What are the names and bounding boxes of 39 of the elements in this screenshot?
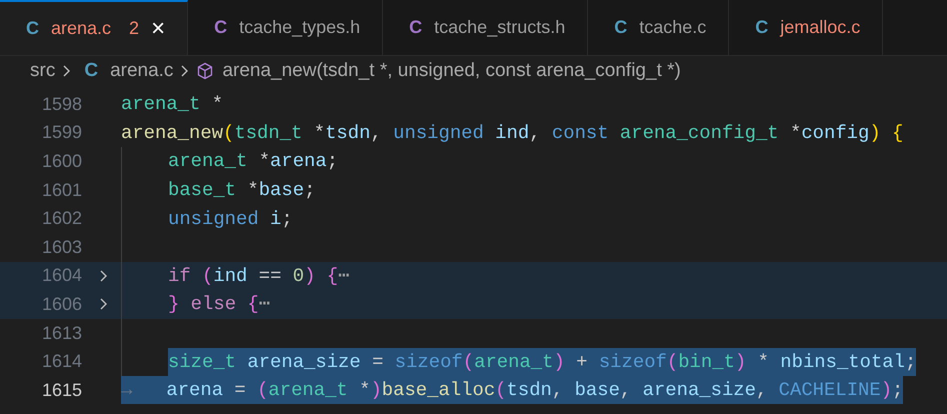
chevron-right-icon	[181, 65, 188, 77]
line-number: 1603	[40, 236, 82, 259]
line-number: 1598	[40, 92, 82, 116]
c-file-icon: C	[84, 56, 98, 86]
c-file-icon: C	[755, 14, 768, 41]
c-file-icon: C	[214, 14, 228, 41]
line-number: 1599	[40, 121, 82, 144]
code-line: if (ind == 0) {⋯	[168, 264, 350, 289]
chevron-right-icon	[100, 298, 107, 310]
line-number: 1602	[40, 207, 82, 230]
editor-tab[interactable]: C arena.c 2 ×	[0, 0, 188, 55]
line-number: 1613	[40, 322, 82, 345]
editor-tab[interactable]: C tcache.c	[588, 0, 730, 55]
c-file-icon: C	[409, 14, 422, 41]
code-line: arena_t *arena;	[168, 149, 338, 174]
close-button[interactable]: ×	[151, 16, 166, 40]
code-line: unsigned i;	[168, 206, 293, 232]
code-line: } else {⋯	[168, 292, 270, 318]
line-number: 1615	[40, 378, 82, 402]
code-line: arena_new(tsdn_t *tsdn, unsigned ind, const arena_config_t *config) {	[121, 120, 904, 146]
editor-tab[interactable]: C tcache_structs.h	[383, 0, 588, 55]
breadcrumb-item[interactable]: arena_new(tsdn_t *, unsigned, const arena_config_t *)	[222, 56, 681, 86]
chevron-right-icon	[100, 270, 107, 282]
c-file-icon: C	[26, 15, 39, 42]
line-number: 1614	[40, 350, 82, 374]
line-number: 1606	[40, 292, 82, 316]
line-number: 1600	[40, 150, 82, 173]
breadcrumb-item[interactable]: arena.c	[110, 56, 174, 86]
code-line: base_t *base;	[168, 178, 316, 204]
editor-tab[interactable]: C tcache_types.h	[188, 0, 384, 55]
cube-icon	[196, 62, 214, 80]
problem-count: 2	[129, 17, 140, 40]
line-number: 1604	[40, 264, 82, 288]
c-file-icon: C	[614, 14, 628, 41]
chevron-right-icon	[63, 65, 70, 77]
code-line: arena_t *	[121, 92, 224, 118]
editor-tab[interactable]: C jemalloc.c	[729, 0, 884, 55]
line-number: 1601	[40, 178, 82, 202]
breadcrumb-item[interactable]: src	[30, 56, 56, 86]
